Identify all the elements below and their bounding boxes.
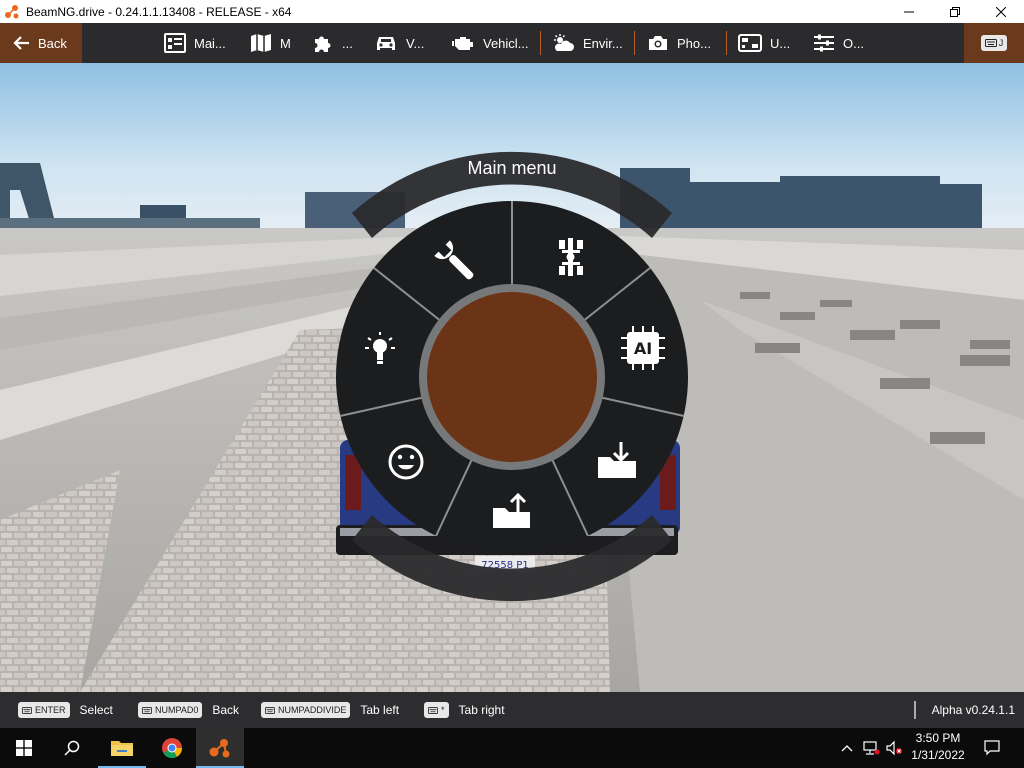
maximize-button[interactable]	[932, 0, 978, 23]
hint-label: Back	[212, 703, 240, 717]
environment-icon	[554, 34, 574, 51]
options-icon	[814, 34, 834, 52]
clock-date: 1/31/2022	[911, 748, 965, 762]
window-title: BeamNG.drive - 0.24.1.1.13408 - RELEASE …	[26, 4, 292, 19]
file-explorer-button[interactable]	[98, 728, 146, 768]
tab-environment[interactable]: Envir...	[551, 23, 623, 63]
folder-icon	[111, 741, 133, 756]
window-titlebar: BeamNG.drive - 0.24.1.1.13408 - RELEASE …	[0, 0, 1024, 23]
keyboard-icon	[984, 39, 997, 47]
taskbar-clock[interactable]: 3:50 PM 1/31/2022	[900, 730, 976, 764]
tab-separator	[726, 31, 727, 55]
vehicle-config-icon	[452, 37, 473, 50]
hint-tab-left: NUMPADDIVIDE Tab left	[261, 692, 399, 728]
close-button[interactable]	[978, 0, 1024, 23]
close-icon	[996, 6, 1006, 17]
hint-tab-right: * Tab right	[424, 692, 505, 728]
keyboard-icon	[142, 706, 152, 714]
vehicles-icon	[377, 37, 395, 50]
network-icon	[863, 741, 880, 755]
radial-center-hub[interactable]	[427, 292, 597, 462]
start-button[interactable]	[0, 728, 48, 768]
chrome-button[interactable]	[148, 728, 196, 768]
minimize-button[interactable]	[886, 0, 932, 23]
tab-label: Mai...	[194, 35, 226, 51]
ui-apps-icon	[738, 34, 762, 52]
tab-right-shortcut[interactable]: J	[964, 23, 1024, 63]
hint-select: ENTER Select	[18, 692, 113, 728]
tab-vehicles[interactable]: V...	[374, 23, 424, 63]
tab-vehicle-config[interactable]: Vehicl...	[451, 23, 529, 63]
tab-separator	[540, 31, 541, 55]
version-label: Alpha v0.24.1.1	[931, 703, 1015, 717]
search-button[interactable]	[48, 728, 96, 768]
beamng-app-icon	[5, 4, 19, 18]
tab-label: U...	[770, 35, 791, 51]
tab-separator	[634, 31, 635, 55]
version-separator	[914, 701, 916, 719]
keyboard-key: ENTER	[18, 702, 70, 718]
hint-back: NUMPAD0 Back	[138, 692, 239, 728]
tab-ui-apps[interactable]: U...	[738, 23, 790, 63]
keyboard-key: NUMPAD0	[138, 702, 203, 718]
tab-options[interactable]: O...	[813, 23, 864, 63]
keyboard-icon	[265, 706, 275, 714]
game-viewport[interactable]: 72558 P1 AI Main menu	[0, 63, 1024, 692]
windows-logo-icon	[16, 740, 32, 756]
tab-mods[interactable]: ...	[312, 23, 353, 63]
tab-label: V...	[406, 35, 425, 51]
hint-label: Tab right	[458, 703, 505, 717]
tab-label: O...	[843, 35, 864, 51]
main-menu-icon	[164, 33, 186, 53]
camera-icon	[649, 36, 667, 50]
tab-label: Pho...	[677, 35, 711, 51]
tab-label: Envir...	[583, 35, 623, 51]
arrow-left-icon	[13, 36, 29, 50]
hint-label: Select	[79, 703, 113, 717]
chevron-up-icon	[841, 745, 853, 752]
game-menu-bar: Back Mai... M ... V... Vehicl... Envir..…	[0, 23, 1024, 63]
tab-label: ...	[342, 35, 353, 51]
minimize-icon	[904, 11, 914, 12]
radial-menu-title: Main menu	[467, 158, 557, 178]
beamng-app-icon	[209, 739, 230, 758]
keyboard-icon	[22, 706, 32, 714]
hint-label: Tab left	[360, 703, 400, 717]
back-label: Back	[38, 35, 67, 51]
notification-icon	[984, 740, 1000, 756]
network-button[interactable]	[860, 728, 882, 768]
search-icon	[64, 740, 80, 756]
action-center-button[interactable]	[978, 728, 1006, 768]
tab-map[interactable]: M	[250, 23, 291, 63]
chrome-icon	[162, 738, 183, 759]
beamng-taskbar-button[interactable]	[196, 728, 244, 768]
clock-time: 3:50 PM	[915, 731, 961, 745]
tab-label: Vehicl...	[483, 35, 529, 51]
windows-taskbar: 3:50 PM 1/31/2022	[0, 728, 1024, 768]
keyboard-key: NUMPADDIVIDE	[261, 702, 351, 718]
keyboard-key: *	[424, 702, 449, 718]
tab-label: M	[280, 35, 291, 51]
back-button[interactable]: Back	[0, 23, 82, 63]
mods-icon	[315, 36, 331, 52]
svg-text:AI: AI	[634, 339, 652, 358]
restore-icon	[950, 6, 960, 17]
keyboard-key: J	[980, 35, 1008, 51]
tab-main-menu[interactable]: Mai...	[164, 23, 226, 63]
keyboard-icon	[428, 706, 438, 714]
map-icon	[251, 34, 271, 52]
show-hidden-icons-button[interactable]	[838, 728, 856, 768]
tab-photo[interactable]: Pho...	[647, 23, 711, 63]
controls-hint-bar: ENTER Select NUMPAD0 Back NUMPADDIVIDE T…	[0, 692, 1024, 728]
